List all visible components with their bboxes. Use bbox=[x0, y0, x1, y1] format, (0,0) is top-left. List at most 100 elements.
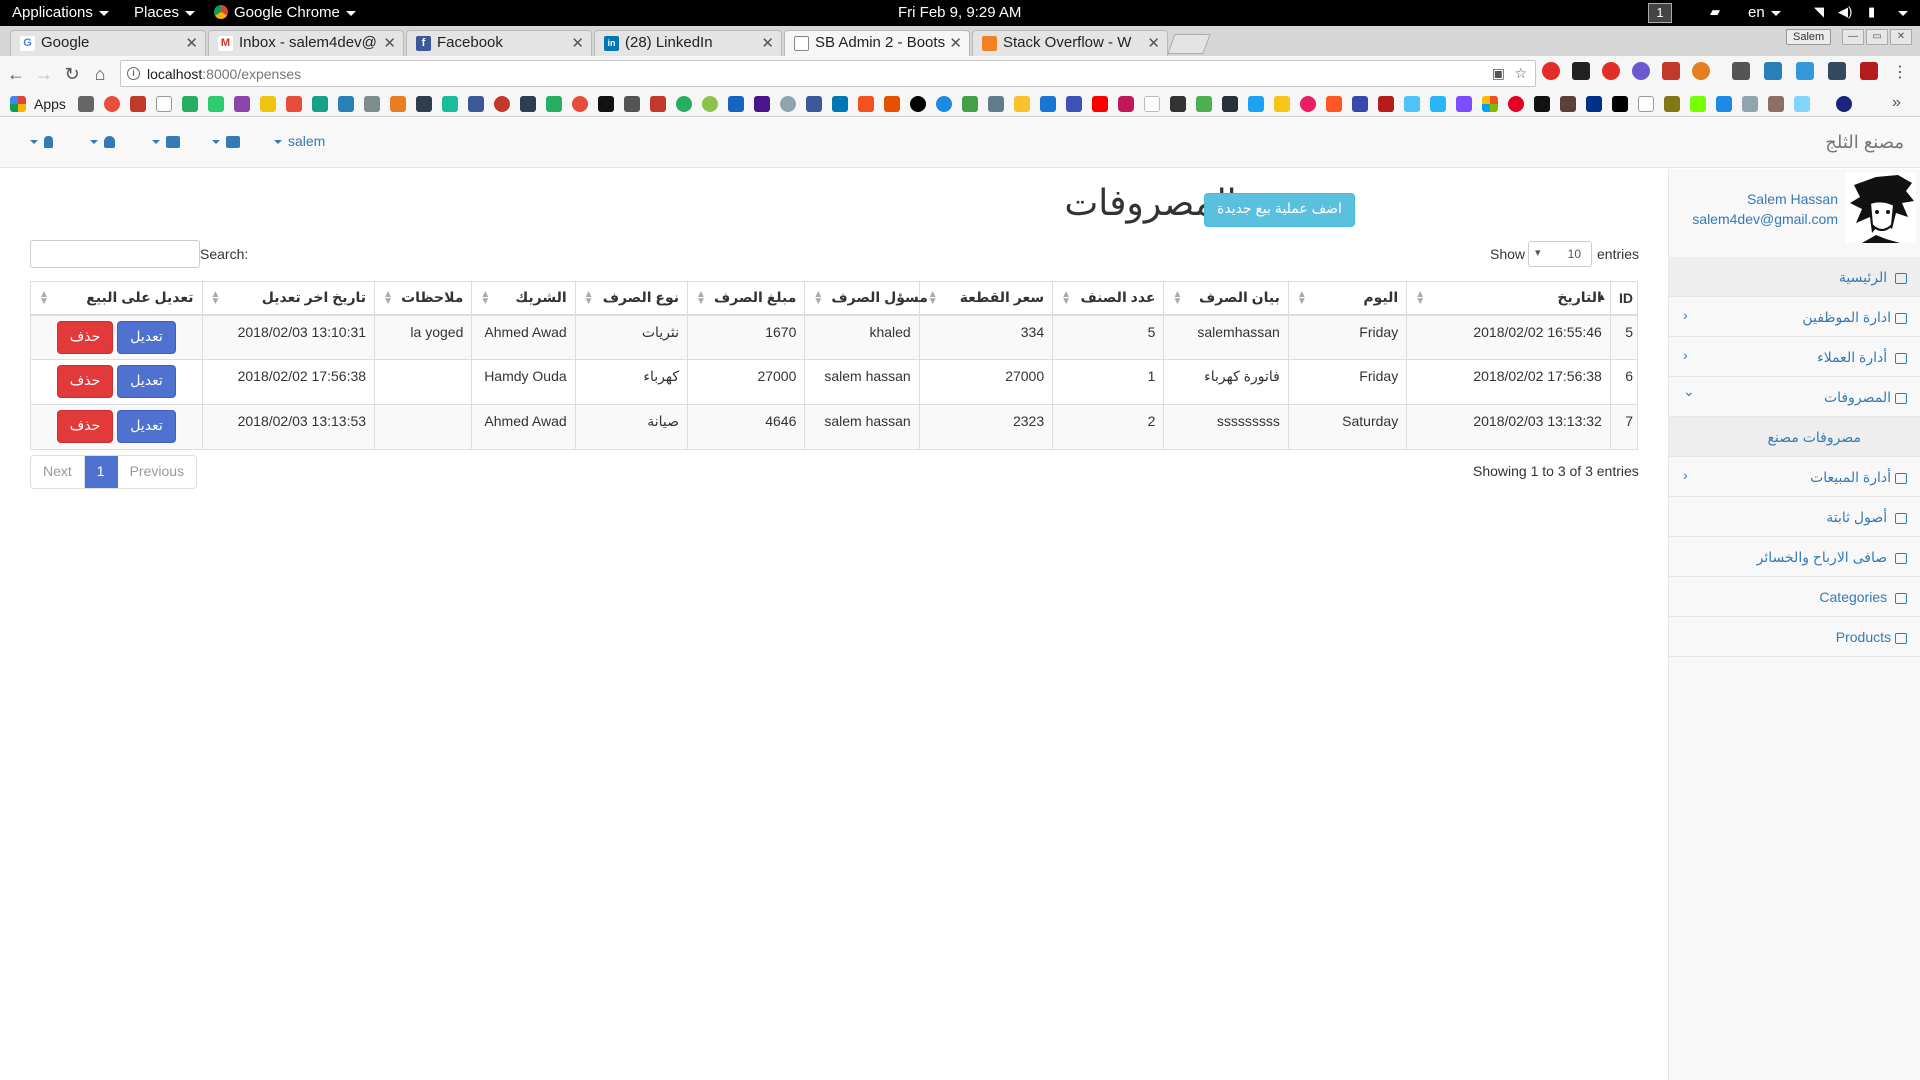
edit-button[interactable]: تعديل bbox=[117, 320, 176, 354]
messages-dropdown[interactable] bbox=[212, 133, 240, 149]
delete-button[interactable]: حذف bbox=[56, 365, 114, 398]
address-bar[interactable]: i localhost:8000/expenses ▣ ☆ bbox=[120, 60, 1536, 87]
column-header-day[interactable]: ▲ ▼ اليوم bbox=[1287, 281, 1408, 316]
opera-extension-icon[interactable] bbox=[1542, 62, 1560, 80]
pagination-page[interactable]: 1 bbox=[84, 456, 118, 488]
bookmark-icon[interactable] bbox=[234, 96, 250, 112]
applications-menu[interactable]: Applications bbox=[12, 4, 109, 21]
column-header-date[interactable]: ▲ ▼ التاريخ bbox=[1406, 281, 1611, 316]
clock[interactable]: Fri Feb 9, 9:29 AM bbox=[898, 4, 1021, 21]
extension-icon[interactable] bbox=[1796, 62, 1814, 80]
extension-icon[interactable] bbox=[1828, 62, 1846, 80]
bookmark-icon[interactable] bbox=[1664, 96, 1680, 112]
sidebar-item-employees[interactable]: › ادارة الموظفين bbox=[1669, 297, 1920, 337]
delete-button[interactable]: حذف bbox=[56, 320, 114, 354]
column-header-last-modified[interactable]: ▲ ▼ تاريخ اخر تعديل bbox=[201, 281, 376, 316]
google-icon[interactable] bbox=[1144, 96, 1160, 112]
camera-icon[interactable]: ▰ bbox=[1710, 4, 1720, 20]
bookmark-icon[interactable] bbox=[130, 96, 146, 112]
color-picker-icon[interactable] bbox=[1764, 62, 1782, 80]
forward-icon[interactable]: → bbox=[32, 62, 56, 86]
bookmark-icon[interactable] bbox=[1742, 96, 1758, 112]
bookmark-icon[interactable] bbox=[624, 96, 640, 112]
bookmark-icon[interactable] bbox=[1170, 96, 1186, 112]
bookmark-icon[interactable] bbox=[988, 96, 1004, 112]
profile-name[interactable]: Salem Hassan bbox=[1747, 191, 1838, 207]
bookmark-icon[interactable] bbox=[156, 96, 172, 112]
close-icon[interactable]: ✕ bbox=[949, 34, 962, 52]
bookmark-star-icon[interactable]: ☆ bbox=[1514, 65, 1527, 82]
edit-button[interactable]: تعديل bbox=[117, 410, 176, 443]
sidebar-item-factory-expenses[interactable]: مصروفات مصنع bbox=[1669, 417, 1920, 457]
sidebar-item-sales[interactable]: › أدارة المبيعات bbox=[1669, 457, 1920, 497]
bookmark-icon[interactable] bbox=[1196, 96, 1212, 112]
extension-icon[interactable] bbox=[1692, 62, 1710, 80]
close-icon[interactable]: ✕ bbox=[383, 34, 396, 52]
bookmark-icon[interactable] bbox=[806, 96, 822, 112]
cart-icon[interactable] bbox=[1768, 96, 1784, 112]
reload-icon[interactable]: ↻ bbox=[60, 62, 84, 86]
bookmark-icon[interactable] bbox=[286, 96, 302, 112]
bookmark-icon[interactable] bbox=[260, 96, 276, 112]
bookmark-icon[interactable] bbox=[676, 96, 692, 112]
column-header-unit-price[interactable]: ▲ ▼ سعر القطعة bbox=[918, 281, 1054, 316]
sidebar-item-customers[interactable]: › أدارة العملاء bbox=[1669, 337, 1920, 377]
bookmark-icon[interactable] bbox=[702, 96, 718, 112]
bookmark-icon[interactable] bbox=[1326, 96, 1342, 112]
volume-icon[interactable]: ◀) bbox=[1838, 4, 1852, 20]
bookmark-icon[interactable] bbox=[832, 96, 848, 112]
alerts-dropdown[interactable] bbox=[90, 133, 115, 149]
sidebar-item-categories[interactable]: Categories bbox=[1669, 577, 1920, 617]
column-header-amount[interactable]: ▲ ▼ مبلغ الصرف bbox=[687, 281, 806, 316]
bookmark-icon[interactable] bbox=[650, 96, 666, 112]
sidebar-item-products[interactable]: Products bbox=[1669, 617, 1920, 657]
bookmark-icon[interactable] bbox=[312, 96, 328, 112]
bookmark-icon[interactable] bbox=[598, 96, 614, 112]
delete-button[interactable]: حذف bbox=[56, 410, 114, 443]
extension-icon[interactable] bbox=[1860, 62, 1878, 80]
microsoft-icon[interactable] bbox=[1482, 96, 1498, 112]
back-icon[interactable]: ← bbox=[4, 62, 28, 86]
bookmark-icon[interactable] bbox=[728, 96, 744, 112]
column-header-description[interactable]: ▲ ▼ بيان الصرف bbox=[1163, 281, 1289, 316]
column-header-notes[interactable]: ▲ ▼ ملاحظات bbox=[374, 281, 473, 316]
bookmark-icon[interactable] bbox=[1716, 96, 1732, 112]
user-menu[interactable]: salem bbox=[274, 133, 325, 149]
imdb-icon[interactable] bbox=[1274, 96, 1290, 112]
bookmark-icon[interactable] bbox=[1560, 96, 1576, 112]
close-icon[interactable]: ✕ bbox=[571, 34, 584, 52]
close-window-button[interactable]: ✕ bbox=[1890, 29, 1912, 45]
bookmark-icon[interactable] bbox=[858, 96, 874, 112]
battery-icon[interactable]: ▮ bbox=[1868, 4, 1875, 20]
entries-select[interactable]: 10 bbox=[1528, 241, 1592, 267]
language-menu[interactable]: en bbox=[1748, 4, 1781, 21]
bookmark-icon[interactable] bbox=[182, 96, 198, 112]
account-dropdown[interactable] bbox=[30, 133, 53, 149]
tab-sb-admin[interactable]: SB Admin 2 - Boots ✕ bbox=[784, 30, 970, 56]
edit-button[interactable]: تعديل bbox=[117, 365, 176, 398]
workspace-indicator[interactable]: 1 bbox=[1648, 3, 1672, 23]
bookmark-icon[interactable] bbox=[1794, 96, 1810, 112]
youtube-icon[interactable] bbox=[1092, 96, 1108, 112]
tab-stack-overflow[interactable]: Stack Overflow - W ✕ bbox=[972, 30, 1168, 56]
bookmark-icon[interactable] bbox=[546, 96, 562, 112]
pagination-previous[interactable]: Previous bbox=[118, 456, 196, 488]
brand[interactable]: مصنع الثلج bbox=[1825, 132, 1904, 153]
bookmark-apps[interactable]: Apps bbox=[34, 96, 66, 112]
twitter-icon[interactable] bbox=[1248, 96, 1264, 112]
instagram-icon[interactable] bbox=[1118, 96, 1134, 112]
column-header-quantity[interactable]: ▲ ▼ عدد الصنف bbox=[1052, 281, 1165, 316]
close-icon[interactable]: ✕ bbox=[761, 34, 774, 52]
column-header-id[interactable]: ▲ ID bbox=[1597, 281, 1639, 316]
bookmark-icon[interactable] bbox=[338, 96, 354, 112]
tab-facebook[interactable]: f Facebook ✕ bbox=[406, 30, 592, 56]
pinterest-icon[interactable] bbox=[1508, 96, 1524, 112]
close-icon[interactable]: ✕ bbox=[1147, 34, 1160, 52]
bookmark-icon[interactable] bbox=[390, 96, 406, 112]
bookmark-icon[interactable] bbox=[572, 96, 588, 112]
add-sale-button[interactable]: اضف عملية بيع جديدة bbox=[1204, 193, 1355, 227]
info-icon[interactable]: i bbox=[127, 67, 140, 80]
close-icon[interactable]: ✕ bbox=[185, 34, 198, 52]
column-header-partner[interactable]: ▲ ▼ الشريك bbox=[471, 281, 576, 316]
profile-badge[interactable]: Salem bbox=[1786, 29, 1832, 45]
